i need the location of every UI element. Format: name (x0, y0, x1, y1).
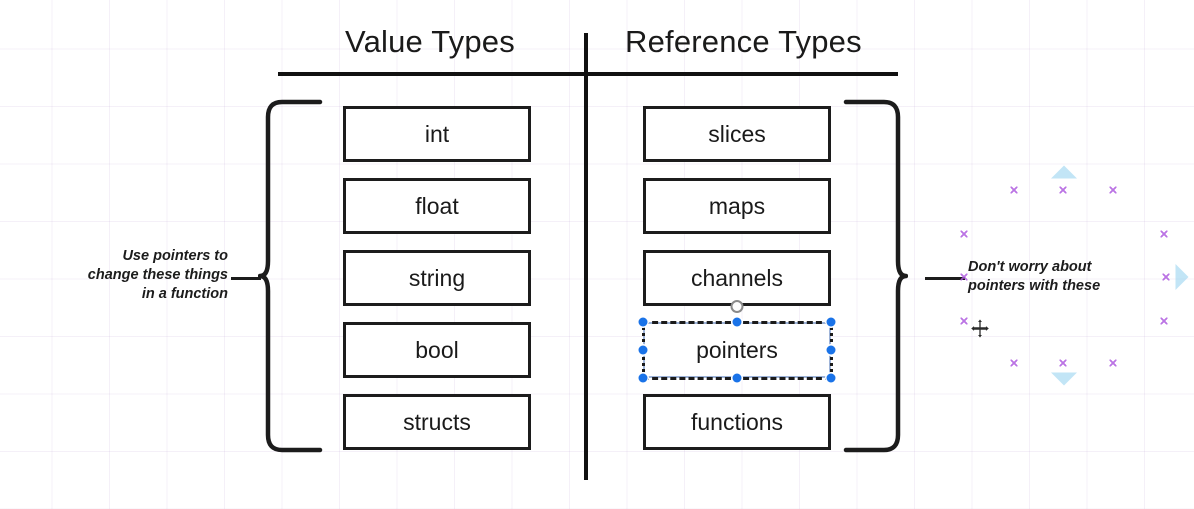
left-annotation-line-3: in a function (141, 286, 228, 303)
x-mark-icon-6 (1162, 273, 1170, 281)
type-box-maps[interactable]: maps (643, 178, 831, 234)
x-mark-icon-11 (1109, 359, 1117, 367)
type-box-int[interactable]: int (343, 106, 531, 162)
type-box-string[interactable]: string (343, 250, 531, 306)
resize-handle-w[interactable] (638, 345, 648, 355)
x-mark-icon-5 (960, 273, 968, 281)
column-vertical-divider (584, 33, 588, 480)
x-mark-icon-3 (960, 230, 968, 238)
left-brace (258, 99, 328, 453)
type-box-structs[interactable]: structs (343, 394, 531, 450)
type-box-bool[interactable]: bool (343, 322, 531, 378)
type-box-channels[interactable]: channels (643, 250, 831, 306)
resize-handle-s[interactable] (732, 373, 742, 383)
type-box-slices[interactable]: slices (643, 106, 831, 162)
x-mark-icon-0 (1010, 186, 1018, 194)
reference-types-title: Reference Types (625, 24, 862, 59)
x-mark-icon-9 (1010, 359, 1018, 367)
x-mark-icon-7 (960, 317, 968, 325)
resize-handle-n[interactable] (732, 317, 742, 327)
triangle-right-icon-2 (1175, 264, 1189, 290)
resize-handle-sw[interactable] (638, 373, 648, 383)
x-mark-icon-4 (1160, 230, 1168, 238)
x-mark-icon-8 (1160, 317, 1168, 325)
triangle-down-icon-1 (1051, 372, 1077, 386)
rotate-handle[interactable] (730, 300, 744, 313)
right-brace (838, 99, 908, 453)
left-annotation-line-2: change these things (87, 267, 228, 284)
type-box-functions[interactable]: functions (643, 394, 831, 450)
x-mark-icon-10 (1059, 359, 1067, 367)
resize-handle-ne[interactable] (826, 317, 836, 327)
right-leader-line (925, 277, 965, 280)
header-horizontal-rule (278, 72, 898, 76)
resize-handle-e[interactable] (826, 345, 836, 355)
right-annotation: Don't worry about pointers with these (968, 258, 1100, 296)
right-annotation-line-2: pointers with these (968, 278, 1101, 295)
selection-overlay[interactable] (638, 300, 836, 383)
value-types-title: Value Types (345, 24, 515, 59)
right-annotation-line-1: Don't worry about (968, 259, 1092, 275)
left-leader-line (231, 277, 261, 280)
diagram-canvas[interactable]: Value Types Reference Types int float st… (0, 0, 1194, 509)
x-mark-icon-1 (1059, 186, 1067, 194)
x-mark-icon-2 (1109, 186, 1117, 194)
type-box-float[interactable]: float (343, 178, 531, 234)
triangle-up-icon-0 (1051, 165, 1077, 179)
left-annotation-line-1: Use pointers to (122, 248, 228, 264)
resize-handle-se[interactable] (826, 373, 836, 383)
resize-handle-nw[interactable] (638, 317, 648, 327)
move-cursor-icon (969, 317, 991, 345)
left-annotation: Use pointers to change these things in a… (26, 247, 228, 304)
